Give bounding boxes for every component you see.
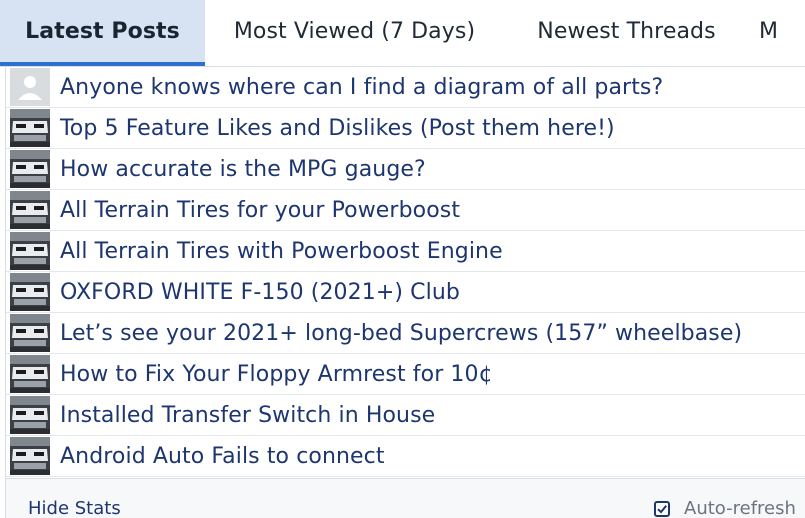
auto-refresh-toggle[interactable]: Auto-refresh (654, 498, 796, 518)
post-title: OXFORD WHITE F-150 (2021+) Club (60, 279, 460, 305)
tab-latest-posts[interactable]: Latest Posts (0, 0, 205, 66)
list-item[interactable]: Android Auto Fails to connect (6, 436, 805, 477)
truck-thumbnail-icon (10, 109, 50, 147)
list-item[interactable]: All Terrain Tires for your Powerboost (6, 190, 805, 231)
tab-newest-threads[interactable]: Newest Threads (504, 0, 749, 62)
auto-refresh-checkbox[interactable] (654, 500, 670, 517)
list-item[interactable]: OXFORD WHITE F-150 (2021+) Club (6, 272, 805, 313)
post-title: Top 5 Feature Likes and Dislikes (Post t… (60, 115, 615, 141)
truck-thumbnail-icon (10, 355, 50, 393)
truck-thumbnail-icon (10, 314, 50, 352)
truck-thumbnail-icon (10, 191, 50, 229)
list-item[interactable]: All Terrain Tires with Powerboost Engine (6, 231, 805, 272)
list-item[interactable]: Let’s see your 2021+ long-bed Supercrews… (6, 313, 805, 354)
auto-refresh-label: Auto-refresh (684, 498, 796, 518)
tab-most-viewed[interactable]: Most Viewed (7 Days) (205, 0, 504, 62)
latest-posts-widget: Latest Posts Most Viewed (7 Days) Newest… (0, 0, 805, 518)
list-item[interactable]: Installed Transfer Switch in House (6, 395, 805, 436)
post-title: How accurate is the MPG gauge? (60, 156, 426, 182)
truck-thumbnail-icon (10, 232, 50, 270)
post-list: Anyone knows where can I find a diagram … (5, 66, 805, 477)
stats-footer: Hide Stats Auto-refresh (5, 478, 805, 518)
list-item[interactable]: How to Fix Your Floppy Armrest for 10¢ (6, 354, 805, 395)
post-title: How to Fix Your Floppy Armrest for 10¢ (60, 361, 493, 387)
post-title: All Terrain Tires for your Powerboost (60, 197, 461, 223)
truck-thumbnail-icon (10, 150, 50, 188)
post-title: All Terrain Tires with Powerboost Engine (60, 238, 503, 264)
list-item[interactable]: Top 5 Feature Likes and Dislikes (Post t… (6, 108, 805, 149)
hide-stats-link[interactable]: Hide Stats (28, 498, 121, 518)
truck-thumbnail-icon (10, 437, 50, 475)
post-title: Android Auto Fails to connect (60, 443, 385, 469)
tab-more[interactable]: M (749, 0, 805, 62)
checkmark-icon (657, 504, 667, 513)
truck-thumbnail-icon (10, 396, 50, 434)
post-title: Anyone knows where can I find a diagram … (60, 74, 664, 100)
truck-thumbnail-icon (10, 273, 50, 311)
post-title: Let’s see your 2021+ long-bed Supercrews… (60, 320, 743, 346)
tab-bar: Latest Posts Most Viewed (7 Days) Newest… (0, 0, 805, 67)
default-user-icon (10, 68, 50, 106)
post-title: Installed Transfer Switch in House (60, 402, 436, 428)
list-item[interactable]: Anyone knows where can I find a diagram … (6, 67, 805, 108)
list-item[interactable]: How accurate is the MPG gauge? (6, 149, 805, 190)
